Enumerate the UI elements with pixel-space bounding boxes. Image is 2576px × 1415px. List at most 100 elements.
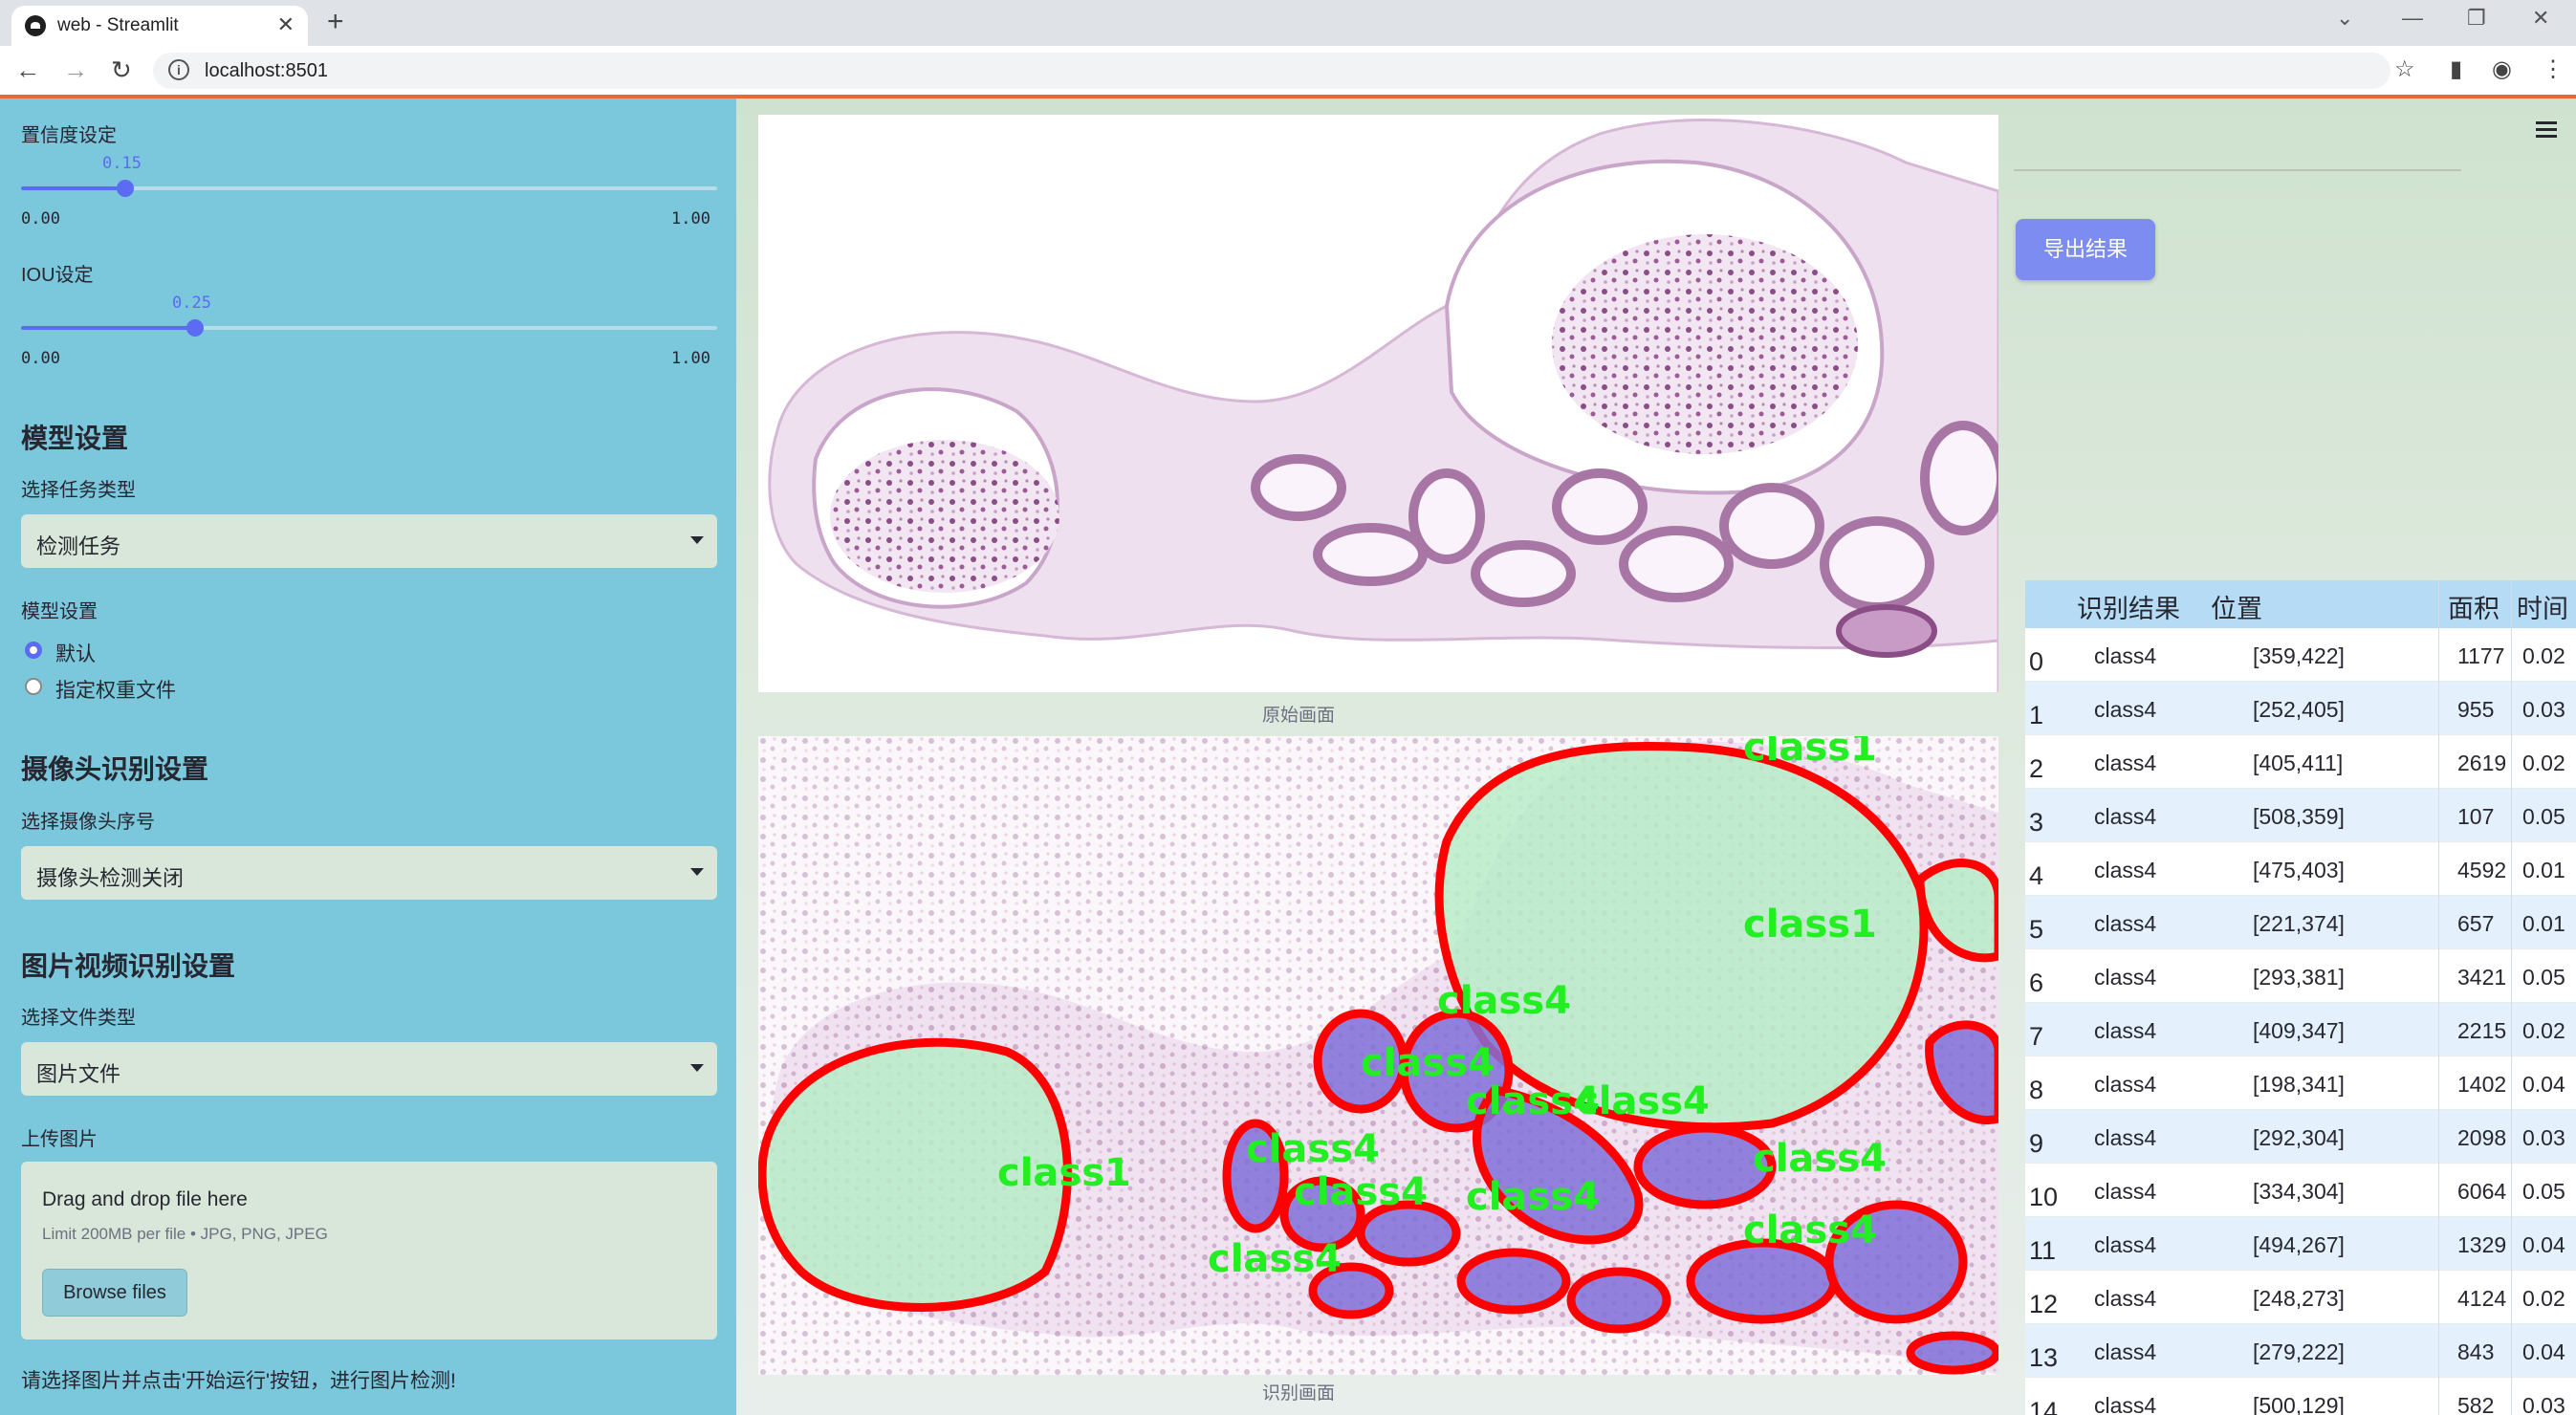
iou-min: 0.00 [21, 349, 60, 368]
row-area: 3421 [2457, 965, 2507, 990]
table-row[interactable]: 14 class4 [500,129] 582 0.03 [2025, 1378, 2576, 1415]
row-time: 0.02 [2522, 1286, 2565, 1311]
row-position: [409,347] [2253, 1018, 2345, 1043]
detection-label: class4 [1294, 1170, 1428, 1214]
file-dropzone[interactable]: Drag and drop file here Limit 200MB per … [21, 1162, 717, 1339]
streamlit-favicon-icon [25, 15, 46, 36]
table-row[interactable]: 9 class4 [292,304] 2098 0.03 [2025, 1110, 2576, 1164]
original-caption: 原始画面 [1262, 706, 1336, 726]
detection-label: class1 [1743, 736, 1877, 770]
camera-heading: 摄像头识别设置 [21, 754, 209, 784]
detection-label: class4 [1576, 1079, 1710, 1123]
back-icon[interactable]: ← [15, 55, 40, 85]
row-time: 0.03 [2522, 697, 2565, 722]
header-area[interactable]: 面积 [2448, 588, 2500, 625]
side-panel-icon[interactable]: ▮ [2450, 55, 2462, 83]
row-class: class4 [2094, 1339, 2157, 1364]
row-area: 1177 [2457, 643, 2505, 668]
table-row[interactable]: 7 class4 [409,347] 2215 0.02 [2025, 1003, 2576, 1056]
media-heading: 图片视频识别设置 [21, 951, 236, 981]
confidence-slider-thumb[interactable] [117, 180, 134, 197]
row-time: 0.04 [2522, 1232, 2565, 1257]
table-row[interactable]: 4 class4 [475,403] 4592 0.01 [2025, 842, 2576, 896]
profile-icon[interactable]: ◉ [2492, 55, 2512, 83]
row-position: [359,422] [2253, 643, 2345, 668]
task-type-select[interactable]: 检测任务 [21, 514, 717, 568]
sidebar: 置信度设定 0.15 0.00 1.00 IOU设定 0.25 0.00 1.0… [0, 98, 736, 1415]
table-row[interactable]: 5 class4 [221,374] 657 0.01 [2025, 896, 2576, 949]
tab-close-icon[interactable]: ✕ [277, 12, 295, 37]
table-row[interactable]: 3 class4 [508,359] 107 0.05 [2025, 789, 2576, 842]
row-area: 4124 [2457, 1286, 2507, 1311]
table-row[interactable]: 10 class4 [334,304] 6064 0.05 [2025, 1164, 2576, 1217]
row-time: 0.04 [2522, 1339, 2565, 1364]
table-row[interactable]: 8 class4 [198,341] 1402 0.04 [2025, 1056, 2576, 1110]
table-row[interactable]: 6 class4 [293,381] 3421 0.05 [2025, 949, 2576, 1003]
row-area: 4592 [2457, 858, 2507, 882]
reload-icon[interactable]: ↻ [111, 55, 132, 85]
row-class: class4 [2094, 858, 2157, 882]
row-class: class4 [2094, 1232, 2157, 1257]
radio-custom-label[interactable]: 指定权重文件 [55, 675, 176, 704]
iou-slider-thumb[interactable] [186, 319, 204, 337]
header-position[interactable]: 位置 [2211, 588, 2262, 625]
table-row[interactable]: 13 class4 [279,222] 843 0.04 [2025, 1324, 2576, 1378]
row-time: 0.01 [2522, 858, 2565, 882]
confidence-slider[interactable] [21, 180, 717, 197]
results-table[interactable]: 识别结果 位置 面积 时间 0 class4 [359,422] 1177 0.02 1 c… [2025, 580, 2576, 1415]
row-position: [279,222] [2253, 1339, 2345, 1364]
row-class: class4 [2094, 1018, 2157, 1043]
hamburger-menu-icon[interactable] [2536, 121, 2557, 142]
row-class: class4 [2094, 965, 2157, 990]
radio-default[interactable] [25, 642, 42, 659]
iou-slider[interactable] [21, 319, 717, 337]
row-area: 1402 [2457, 1072, 2507, 1097]
chevron-down-icon [690, 536, 704, 544]
iou-max: 1.00 [671, 349, 710, 368]
close-window-icon[interactable]: ✕ [2532, 6, 2549, 31]
row-position: [494,267] [2253, 1232, 2345, 1257]
filetype-select[interactable]: 图片文件 [21, 1042, 717, 1096]
restore-icon[interactable]: ❐ [2467, 6, 2486, 31]
row-class: class4 [2094, 1072, 2157, 1097]
row-area: 2619 [2457, 751, 2507, 775]
row-class: class4 [2094, 1179, 2157, 1204]
browser-tab[interactable]: web - Streamlit ✕ [11, 6, 308, 46]
radio-default-label[interactable]: 默认 [55, 639, 96, 667]
new-tab-icon[interactable]: + [327, 6, 344, 38]
bookmark-star-icon[interactable]: ☆ [2394, 55, 2415, 83]
address-bar[interactable]: i localhost:8501 [153, 53, 2390, 89]
model-setting-label: 模型设置 [21, 601, 98, 622]
tab-search-icon[interactable]: ⌄ [2336, 6, 2353, 31]
table-row[interactable]: 12 class4 [248,273] 4124 0.02 [2025, 1271, 2576, 1324]
row-position: [508,359] [2253, 804, 2345, 829]
table-row[interactable]: 11 class4 [494,267] 1329 0.04 [2025, 1217, 2576, 1271]
header-time[interactable]: 时间 [2517, 588, 2568, 625]
browse-files-button[interactable]: Browse files [42, 1269, 187, 1317]
menu-dots-icon[interactable]: ⋮ [2542, 55, 2565, 83]
row-index: 12 [2029, 1290, 2059, 1318]
header-result[interactable]: 识别结果 [2077, 588, 2180, 625]
model-heading: 模型设置 [21, 424, 129, 453]
row-area: 6064 [2457, 1179, 2507, 1204]
camera-value: 摄像头检测关闭 [36, 866, 185, 890]
result-image: class1 class1 class1 class4 class4 class… [758, 736, 1998, 1375]
row-area: 107 [2457, 804, 2495, 829]
radio-custom-weights[interactable] [25, 678, 42, 695]
row-index: 8 [2029, 1076, 2044, 1104]
table-row[interactable]: 1 class4 [252,405] 955 0.03 [2025, 682, 2576, 735]
row-area: 582 [2457, 1393, 2495, 1415]
site-info-icon[interactable]: i [168, 59, 189, 80]
forward-icon[interactable]: → [63, 55, 88, 85]
minimize-icon[interactable]: — [2402, 6, 2423, 31]
row-time: 0.03 [2522, 1393, 2565, 1415]
table-row[interactable]: 0 class4 [359,422] 1177 0.02 [2025, 628, 2576, 682]
row-index: 7 [2029, 1022, 2044, 1051]
url-text[interactable]: localhost:8501 [205, 60, 328, 82]
export-results-button[interactable]: 导出结果 [2016, 219, 2155, 280]
row-class: class4 [2094, 1393, 2157, 1415]
row-class: class4 [2094, 804, 2157, 829]
camera-select[interactable]: 摄像头检测关闭 [21, 846, 717, 900]
table-row[interactable]: 2 class4 [405,411] 2619 0.02 [2025, 735, 2576, 789]
row-area: 2215 [2457, 1018, 2507, 1043]
